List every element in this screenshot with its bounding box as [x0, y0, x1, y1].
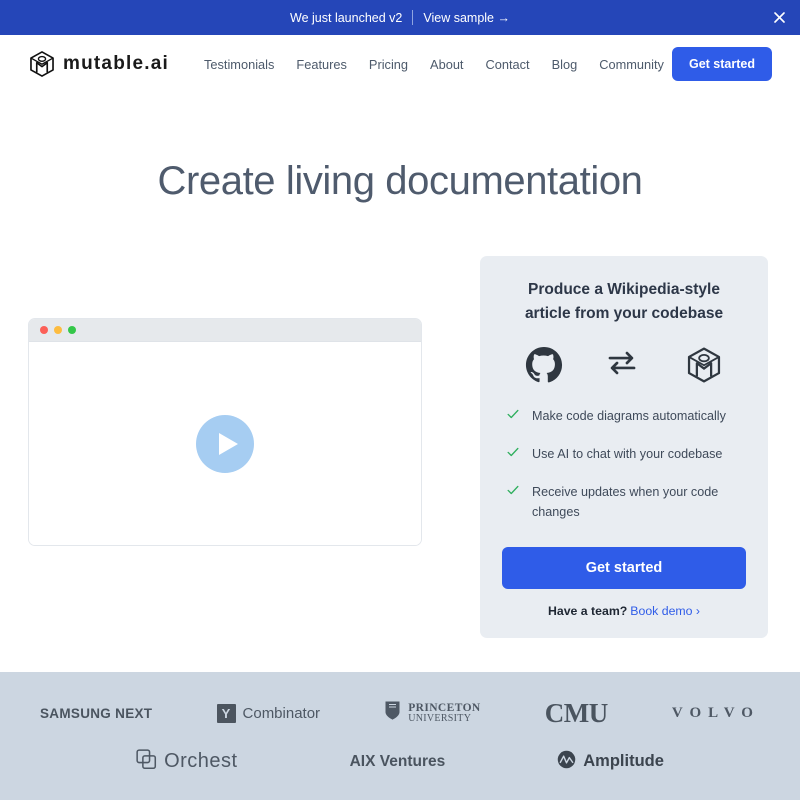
announcement-banner-content: We just launched v2 View sample →: [290, 10, 510, 25]
logo-orchest-label: Orchest: [164, 750, 238, 772]
feature-card: Produce a Wikipedia-style article from y…: [480, 256, 768, 638]
logo-amplitude-label: Amplitude: [583, 752, 664, 770]
video-column: [28, 256, 422, 546]
logo-y-combinator: Y Combinator: [216, 703, 321, 723]
partner-logo-row-1: SAMSUNG NEXT Y Combinator PRINCETON UNIV…: [40, 698, 760, 729]
main-navigation: Testimonials Features Pricing About Cont…: [204, 57, 664, 72]
nav-item-blog[interactable]: Blog: [552, 57, 578, 72]
landing-page: We just launched v2 View sample → mutabl…: [0, 0, 800, 800]
hero-content: Produce a Wikipedia-style article from y…: [0, 256, 800, 638]
partner-logo-strip: SAMSUNG NEXT Y Combinator PRINCETON UNIV…: [0, 672, 800, 800]
logo-cmu: CMU: [545, 698, 608, 729]
nav-item-about[interactable]: About: [430, 57, 463, 72]
check-icon: [506, 407, 520, 426]
nav-item-contact[interactable]: Contact: [486, 57, 530, 72]
mutable-cube-logo-icon: [685, 346, 723, 384]
brand-logo[interactable]: mutable.ai: [28, 50, 169, 78]
video-window-titlebar: [29, 319, 421, 342]
logo-amplitude: Amplitude: [557, 750, 664, 774]
logo-volvo-label: VOLVO: [671, 704, 760, 721]
nav-item-features[interactable]: Features: [296, 57, 347, 72]
amplitude-circle-icon: [557, 750, 576, 774]
nav-item-community[interactable]: Community: [599, 57, 664, 72]
list-item: Receive updates when your code changes: [502, 482, 746, 522]
sync-arrows-icon: [605, 346, 643, 384]
check-icon: [506, 483, 520, 502]
book-demo-link[interactable]: Book demo ›: [630, 604, 700, 618]
have-a-team-label: Have a team?: [547, 603, 628, 618]
view-sample-link[interactable]: View sample →: [423, 11, 510, 25]
video-stage: [29, 342, 421, 545]
feature-card-title: Produce a Wikipedia-style article from y…: [524, 281, 724, 323]
logo-cmu-label: CMU: [544, 697, 608, 728]
mutable-cube-logo-icon: [28, 50, 56, 78]
close-icon[interactable]: [772, 11, 786, 25]
brand-name: mutable.ai: [63, 53, 169, 74]
feature-bullet-list: Make code diagrams automatically Use AI …: [502, 406, 746, 523]
site-header: mutable.ai Testimonials Features Pricing…: [0, 35, 800, 93]
play-triangle: [218, 432, 238, 455]
princeton-line-2: UNIVERSITY: [408, 712, 472, 724]
list-item: Use AI to chat with your codebase: [502, 444, 746, 464]
list-item-label: Use AI to chat with your codebase: [532, 447, 723, 462]
list-item-label: Make code diagrams automatically: [532, 409, 726, 424]
partner-logo-row-2: Orchest AIX Ventures Amplitude: [40, 748, 760, 775]
list-item: Make code diagrams automatically: [502, 406, 746, 426]
card-get-started-button[interactable]: Get started: [502, 546, 746, 589]
logo-samsung-next: SAMSUNG NEXT: [40, 706, 152, 721]
page-title: Create living documentation: [157, 159, 643, 203]
list-item-label: Receive updates when your code changes: [532, 485, 719, 520]
logo-samsung-next-label: SAMSUNG NEXT: [40, 705, 153, 721]
logo-princeton-label: PRINCETON UNIVERSITY: [408, 702, 480, 725]
nav-item-pricing[interactable]: Pricing: [369, 57, 408, 72]
window-dot-close: [40, 326, 48, 334]
play-icon[interactable]: [196, 414, 254, 473]
announcement-text: We just launched v2: [290, 10, 403, 25]
check-icon: [506, 445, 520, 464]
video-window: [28, 318, 422, 546]
logo-orchest: Orchest: [136, 748, 238, 775]
card-footer: Have a team? Book demo ›: [502, 604, 746, 618]
logo-princeton-university: PRINCETON UNIVERSITY: [384, 700, 480, 726]
orchest-squares-icon: [136, 748, 157, 775]
logo-volvo: VOLVO: [672, 705, 760, 722]
logo-y-combinator-label: Combinator: [242, 704, 321, 722]
logo-aix-ventures-label: AIX Ventures: [349, 752, 446, 770]
github-icon: [525, 346, 563, 384]
nav-item-testimonials[interactable]: Testimonials: [204, 57, 274, 72]
princeton-shield-icon: [384, 700, 401, 726]
logo-aix-ventures: AIX Ventures: [350, 753, 446, 771]
princeton-line-1: PRINCETON: [408, 701, 481, 714]
window-dot-minimize: [54, 326, 62, 334]
banner-divider: [412, 10, 414, 25]
announcement-banner: We just launched v2 View sample →: [0, 0, 800, 35]
feature-card-icons: [502, 346, 746, 384]
header-get-started-button[interactable]: Get started: [672, 47, 772, 81]
y-combinator-badge-icon: Y: [216, 703, 236, 723]
window-dot-maximize: [68, 326, 76, 334]
